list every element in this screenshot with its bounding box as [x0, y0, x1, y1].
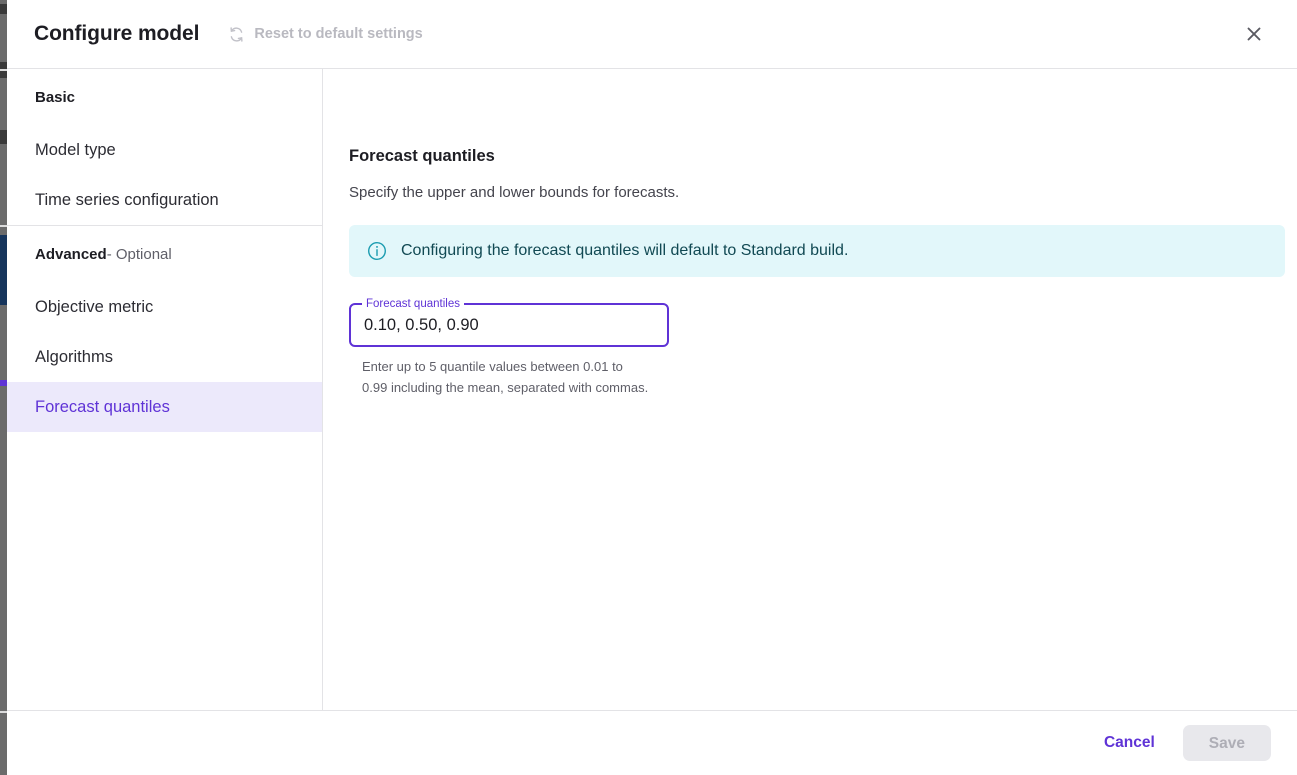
sidebar-heading-advanced: Advanced - Optional [7, 226, 322, 282]
sidebar-item-time-series-configuration[interactable]: Time series configuration [7, 175, 322, 225]
forecast-quantiles-help-text: Enter up to 5 quantile values between 0.… [349, 356, 649, 398]
backdrop-divider [0, 711, 7, 713]
close-button[interactable] [1241, 21, 1267, 47]
sidebar-item-forecast-quantiles[interactable]: Forecast quantiles [7, 382, 322, 432]
sidebar-item-objective-metric[interactable]: Objective metric [7, 282, 322, 332]
info-circle-icon [367, 241, 387, 261]
sidebar-item-label: Algorithms [35, 347, 113, 366]
sidebar-item-label: Model type [35, 140, 116, 159]
backdrop-divider [0, 225, 7, 227]
dialog-footer: Cancel Save [7, 711, 1297, 775]
page-description: Specify the upper and lower bounds for f… [349, 184, 680, 201]
backdrop-accent-mark [0, 380, 7, 386]
dialog-body: Basic Model type Time series configurati… [7, 69, 1297, 711]
settings-sidebar: Basic Model type Time series configurati… [7, 69, 323, 710]
forecast-quantiles-label: Forecast quantiles [362, 297, 464, 311]
reset-to-default-settings-label: Reset to default settings [254, 26, 423, 42]
reset-to-default-settings-button[interactable]: Reset to default settings [228, 26, 423, 43]
forecast-quantiles-input-box[interactable]: Forecast quantiles [349, 297, 669, 347]
sidebar-section-basic: Basic Model type Time series configurati… [7, 69, 322, 225]
configure-model-dialog: Configure model Reset to default setting… [7, 0, 1297, 775]
save-button[interactable]: Save [1182, 725, 1271, 761]
help-text-line-2: including the mean, separated with comma… [390, 380, 649, 395]
settings-content-panel: Forecast quantiles Specify the upper and… [323, 69, 1297, 710]
sidebar-heading-advanced-suffix: - Optional [106, 245, 172, 263]
sidebar-item-algorithms[interactable]: Algorithms [7, 332, 322, 382]
backdrop-content-mark [0, 4, 7, 14]
sidebar-heading-basic-text: Basic [35, 88, 76, 106]
sidebar-item-label: Objective metric [35, 297, 154, 316]
dialog-title: Configure model [34, 22, 200, 45]
forecast-quantiles-field: Forecast quantiles Enter up to 5 quantil… [349, 297, 669, 398]
backdrop-divider [0, 69, 7, 71]
info-banner: Configuring the forecast quantiles will … [349, 225, 1285, 277]
sidebar-item-label: Time series configuration [35, 190, 219, 209]
sidebar-heading-basic: Basic [7, 69, 322, 125]
dialog-header: Configure model Reset to default setting… [7, 0, 1297, 69]
refresh-icon [228, 26, 245, 43]
page-title: Forecast quantiles [349, 147, 495, 165]
sidebar-item-label: Forecast quantiles [35, 397, 170, 416]
sidebar-heading-advanced-text: Advanced [35, 245, 107, 263]
modal-backdrop-overlay [0, 0, 7, 775]
backdrop-nav-accent [0, 235, 7, 305]
info-banner-text: Configuring the forecast quantiles will … [401, 242, 849, 259]
sidebar-item-model-type[interactable]: Model type [7, 125, 322, 175]
cancel-button[interactable]: Cancel [1090, 724, 1169, 762]
sidebar-section-advanced: Advanced - Optional Objective metric Alg… [7, 225, 322, 432]
close-icon [1244, 24, 1264, 44]
backdrop-content-mark [0, 130, 7, 144]
forecast-quantiles-input[interactable] [364, 315, 654, 335]
